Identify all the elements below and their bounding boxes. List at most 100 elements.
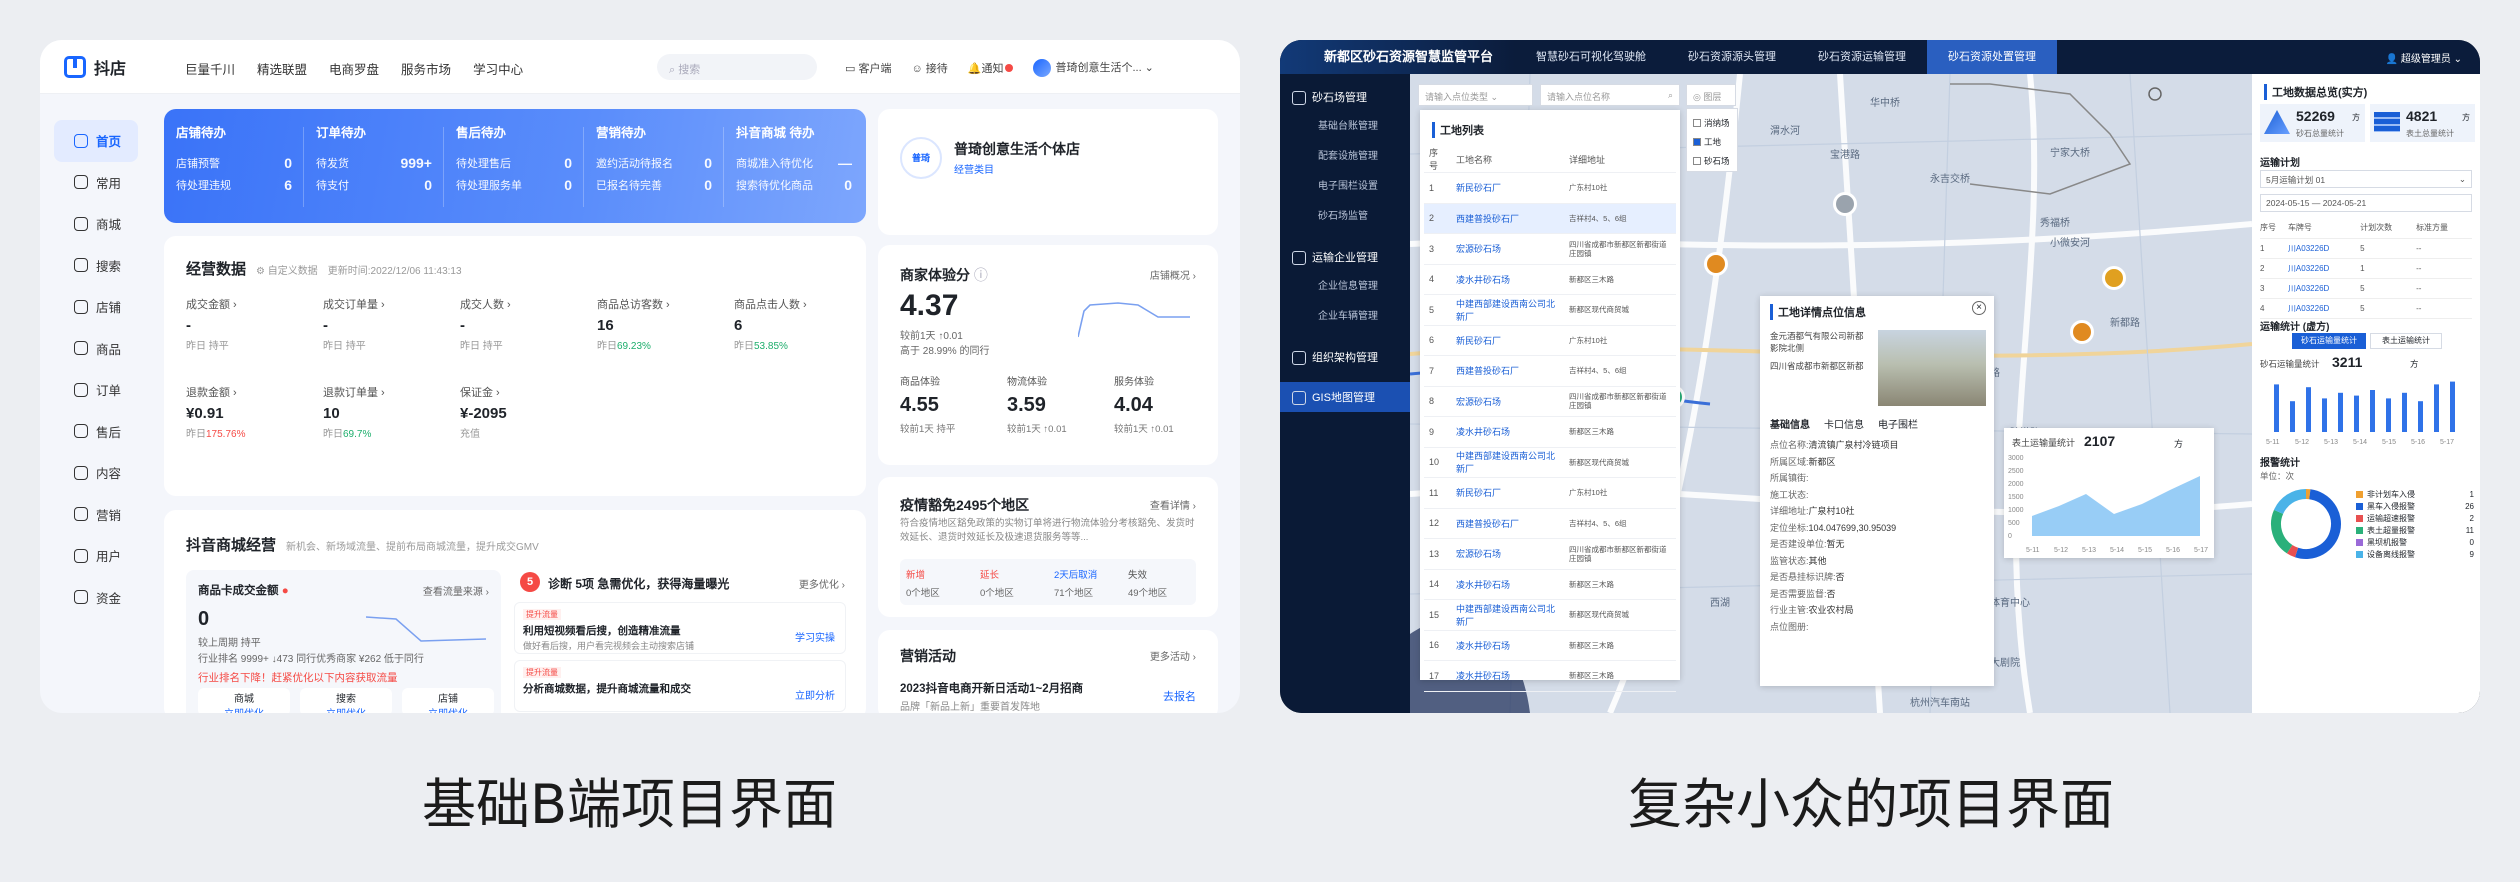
sidebar-item[interactable]: 商品: [54, 328, 138, 370]
sidebar-item[interactable]: 内容: [54, 452, 138, 494]
gis-tab[interactable]: 砂石资源处置管理: [1927, 40, 2057, 74]
topsoil-transport-tab[interactable]: 表土运输统计: [2370, 333, 2442, 349]
legend-item[interactable]: 消纳场: [1693, 113, 1731, 132]
point-name-input[interactable]: 请输入点位名称 ⌕: [1540, 84, 1680, 106]
nav-item[interactable]: 巨量千川: [185, 59, 235, 78]
sub-score[interactable]: 服务体验 4.04 较前1天 ↑0.01: [1114, 373, 1174, 435]
table-row[interactable]: 10 中建西部建设西南公司北新厂 新都区现代商贸城: [1424, 447, 1676, 478]
channel-button[interactable]: 商城立即优化: [198, 688, 290, 713]
table-row[interactable]: 6 新民砂石厂 广东村10社: [1424, 325, 1676, 356]
popup-tab[interactable]: 电子围栏: [1878, 416, 1918, 431]
search-input[interactable]: ⌕ 搜索: [657, 54, 817, 80]
point-type-select[interactable]: 请输入点位类型 ⌄: [1418, 84, 1533, 106]
channel-button[interactable]: 店铺立即优化: [402, 688, 494, 713]
reception-button[interactable]: ☺ 接待: [911, 60, 947, 76]
table-row[interactable]: 3 宏源砂石场 四川省成都市新都区新都街道庄园镇: [1424, 233, 1676, 265]
gis-menu-item[interactable]: 企业信息管理: [1280, 272, 1410, 302]
nav-item[interactable]: 服务市场: [401, 59, 451, 78]
sub-score[interactable]: 物流体验 3.59 较前1天 ↑0.01: [1007, 373, 1067, 435]
notice-button[interactable]: 🔔通知: [968, 60, 1014, 76]
metric[interactable]: 成交人数 › - 昨日 持平: [460, 296, 511, 352]
sidebar-item[interactable]: 首页: [54, 120, 138, 162]
sidebar-item[interactable]: 资金: [54, 577, 138, 619]
gis-menu-group[interactable]: 运输企业管理: [1280, 242, 1410, 272]
tip-action[interactable]: 立即分析: [795, 687, 835, 702]
site-marker[interactable]: [1704, 252, 1728, 276]
table-row[interactable]: 4 凌水井砂石场 新都区三木路: [1424, 264, 1676, 295]
table-row[interactable]: 17 凌水井砂石场 新都区三木路: [1424, 660, 1676, 692]
plan-date-range[interactable]: 2024-05-15 — 2024-05-21: [2260, 194, 2472, 212]
todo-row[interactable]: 待处理服务单 0: [456, 177, 572, 193]
todo-row[interactable]: 搜索待优化商品 0: [736, 177, 852, 193]
signup-button[interactable]: 去报名: [1163, 688, 1196, 704]
checkbox[interactable]: [1693, 137, 1701, 146]
table-row[interactable]: 9 凌水井砂石场 新都区三木路: [1424, 416, 1676, 448]
brand-logo[interactable]: 抖店: [64, 55, 126, 79]
gis-tab[interactable]: 砂石资源运输管理: [1797, 40, 1927, 74]
epidemic-cell[interactable]: 延长 0个地区: [974, 559, 1048, 605]
epidemic-cell[interactable]: 2天后取消 71个地区: [1048, 559, 1122, 605]
sidebar-item[interactable]: 常用: [54, 162, 138, 204]
todo-column[interactable]: 抖音商城 待办 商城准入待优化 — 搜索待优化商品 0: [724, 109, 864, 223]
shop-switcher[interactable]: 普琦创意生活个... ⌄: [1033, 59, 1154, 78]
gis-menu-item[interactable]: 企业车辆管理: [1280, 302, 1410, 332]
todo-column[interactable]: 营销待办 邀约活动待报名 0 已报名待完善 0: [584, 109, 724, 223]
popup-tab[interactable]: 基础信息: [1770, 416, 1810, 431]
metric[interactable]: 退款金额 › ¥0.91 昨日175.76%: [186, 384, 245, 440]
table-row[interactable]: 16 凌水井砂石场 新都区三木路: [1424, 630, 1676, 661]
map-view[interactable]: 华中桥宁家大桥渭水河宝港路永吉交桥秀福桥小微安河新都路长江路陆港路江干体育中心杭…: [1410, 74, 2252, 713]
sidebar-item[interactable]: 搜索: [54, 245, 138, 287]
metric[interactable]: 商品点击人数 › 6 昨日53.85%: [734, 296, 807, 352]
gis-menu-item[interactable]: 配套设施管理: [1280, 142, 1410, 172]
todo-row[interactable]: 已报名待完善 0: [596, 177, 712, 193]
gis-menu-item[interactable]: 砂石场监管: [1280, 202, 1410, 232]
table-row[interactable]: 12 西建普投砂石厂 吉祥村4、5、6组: [1424, 508, 1676, 539]
site-marker[interactable]: [2070, 320, 2094, 344]
epidemic-cell[interactable]: 新增 0个地区: [900, 559, 974, 605]
legend-item[interactable]: 工地: [1693, 132, 1731, 151]
site-marker[interactable]: [2102, 266, 2126, 290]
site-marker[interactable]: [1833, 192, 1857, 216]
sidebar-item[interactable]: 用户: [54, 535, 138, 577]
sidebar-item[interactable]: 店铺: [54, 286, 138, 328]
sidebar-item[interactable]: 营销: [54, 494, 138, 536]
todo-row[interactable]: 待处理售后 0: [456, 155, 572, 171]
sub-score[interactable]: 商品体验 4.55 较前1天 持平: [900, 373, 955, 435]
metric[interactable]: 商品总访客数 › 16 昨日69.23%: [597, 296, 670, 352]
legend-item[interactable]: 砂石场: [1693, 151, 1731, 170]
table-row[interactable]: 15 中建西部建设西南公司北新厂 新都区现代商贸城: [1424, 599, 1676, 631]
sidebar-item[interactable]: 售后: [54, 411, 138, 453]
table-row[interactable]: 4 川A03226D 5 --: [2260, 298, 2472, 319]
gis-menu-group[interactable]: 组织架构管理: [1280, 342, 1410, 372]
todo-row[interactable]: 待支付 0: [316, 177, 432, 193]
metric[interactable]: 成交订单量 › - 昨日 持平: [323, 296, 385, 352]
more-optimize-link[interactable]: 更多优化 ›: [799, 576, 845, 591]
search-icon[interactable]: ⌕: [1668, 90, 1673, 101]
table-row[interactable]: 2 川A03226D 1 --: [2260, 258, 2472, 279]
shop-overview-link[interactable]: 店铺概况 ›: [1150, 267, 1196, 282]
nav-item[interactable]: 精选联盟: [257, 59, 307, 78]
gis-menu-item[interactable]: 电子围栏设置: [1280, 172, 1410, 202]
todo-row[interactable]: 待发货 999+: [316, 155, 432, 171]
checkbox[interactable]: [1693, 156, 1701, 165]
table-row[interactable]: 13 宏源砂石场 四川省成都市新都区新都街道庄园镇: [1424, 538, 1676, 570]
tip-item[interactable]: 提升流量 利用短视频看后搜，创造精准流量 做好看后搜，用户看完视频会主动搜索店铺 学习…: [514, 602, 846, 654]
todo-row[interactable]: 待处理违规 6: [176, 177, 292, 193]
gis-tab[interactable]: 砂石资源源头管理: [1667, 40, 1797, 74]
gis-menu-group[interactable]: GIS地图管理: [1280, 382, 1410, 412]
traffic-source-link[interactable]: 查看流量来源 ›: [423, 583, 489, 598]
metric[interactable]: 退款订单量 › 10 昨日69.7%: [323, 384, 385, 440]
todo-row[interactable]: 店铺预警 0: [176, 155, 292, 171]
gis-menu-group[interactable]: 砂石场管理: [1280, 82, 1410, 112]
more-activities-link[interactable]: 更多活动 ›: [1150, 648, 1196, 663]
sidebar-item[interactable]: 商城: [54, 203, 138, 245]
close-icon[interactable]: ×: [1972, 301, 1986, 315]
table-row[interactable]: 1 川A03226D 5 --: [2260, 238, 2472, 259]
gis-tab[interactable]: 智慧砂石可视化驾驶舱: [1515, 40, 1667, 74]
user-menu[interactable]: 👤 超级管理员 ⌄: [2386, 50, 2480, 65]
nav-item[interactable]: 电商罗盘: [329, 59, 379, 78]
tip-item[interactable]: 提升流量 分析商城数据，提升商城流量和成交 立即分析: [514, 660, 846, 712]
tip-action[interactable]: 学习实操: [795, 629, 835, 644]
todo-row[interactable]: 邀约活动待报名 0: [596, 155, 712, 171]
table-row[interactable]: 5 中建西部建设西南公司北新厂 新都区现代商贸城: [1424, 294, 1676, 326]
